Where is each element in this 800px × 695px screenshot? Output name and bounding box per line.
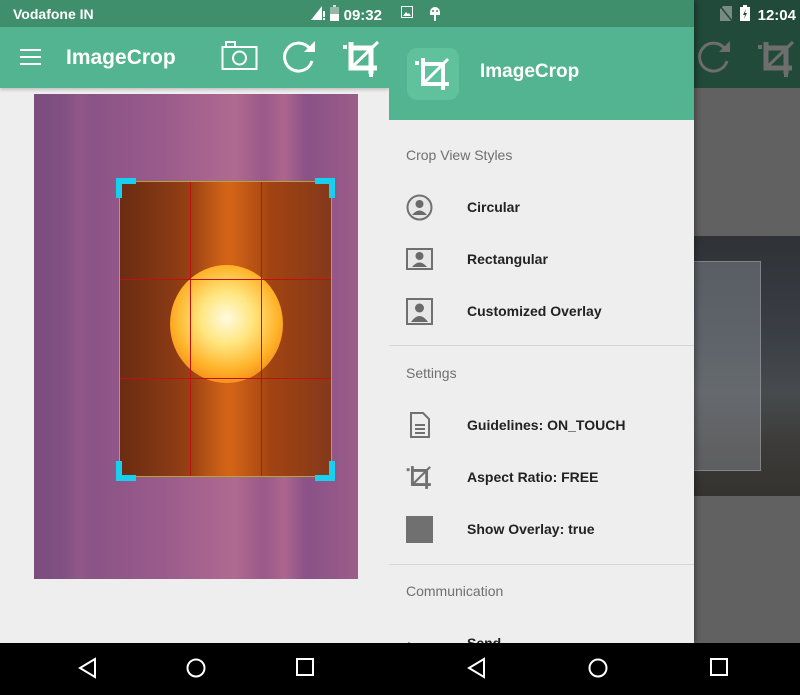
gallery-notification-icon xyxy=(401,5,413,26)
recents-button[interactable] xyxy=(295,657,315,682)
hamburger-menu-icon[interactable] xyxy=(20,49,41,70)
rotate-icon xyxy=(696,39,732,80)
drawer-item-circular[interactable]: Circular xyxy=(389,181,694,233)
crop-handle-top-left[interactable] xyxy=(116,178,136,198)
drawer-item-guidelines[interactable]: Guidelines: ON_TOUCH xyxy=(389,399,694,451)
back-button[interactable] xyxy=(77,657,97,684)
home-button[interactable] xyxy=(587,657,609,684)
drawer-item-aspect-ratio[interactable]: Aspect Ratio: FREE xyxy=(389,451,694,503)
crop-handle-bottom-left[interactable] xyxy=(116,461,136,481)
drawer-header: ImageCrop xyxy=(389,27,694,120)
drawer-app-name: ImageCrop xyxy=(480,61,580,82)
crop-handle-bottom-right[interactable] xyxy=(315,461,335,481)
camera-icon[interactable] xyxy=(221,39,258,76)
navigation-drawer: ImageCrop Crop View Styles Circular Rect… xyxy=(389,0,694,643)
guideline xyxy=(120,279,331,280)
section-title-settings: Settings xyxy=(406,365,457,381)
crop-icon xyxy=(757,39,795,82)
send-icon xyxy=(406,630,433,643)
app-bar: ImageCrop xyxy=(0,27,389,88)
sun-image xyxy=(170,265,283,383)
drawer-item-customized-overlay[interactable]: Customized Overlay xyxy=(389,285,694,337)
back-button[interactable] xyxy=(466,657,486,684)
circular-crop-icon xyxy=(406,194,433,221)
crop-icon xyxy=(415,57,450,90)
status-bar: Vodafone IN 09:32 xyxy=(0,0,389,27)
carrier-name: Vodafone IN xyxy=(13,6,94,22)
clock: 09:32 xyxy=(343,6,382,24)
rotate-icon[interactable] xyxy=(281,39,317,80)
divider xyxy=(389,564,694,565)
signal-no-data-icon xyxy=(310,6,325,24)
drawer-item-rectangular[interactable]: Rectangular xyxy=(389,233,694,285)
clock: 12:04 xyxy=(757,6,796,24)
rectangular-crop-icon xyxy=(406,246,433,273)
divider xyxy=(389,345,694,346)
custom-overlay-icon xyxy=(406,297,433,325)
app-title: ImageCrop xyxy=(66,46,176,69)
battery-icon xyxy=(329,5,339,25)
crop-icon xyxy=(406,464,433,491)
section-title-crop-view-styles: Crop View Styles xyxy=(406,147,513,163)
recents-button[interactable] xyxy=(709,657,729,682)
app-logo xyxy=(407,48,459,100)
right-screen: 12:04 ImageCrop Crop View Styles Circula… xyxy=(389,0,800,643)
crop-icon[interactable] xyxy=(342,39,380,82)
battery-charging-icon xyxy=(739,5,750,25)
crop-window[interactable] xyxy=(119,181,332,477)
crop-handle-top-right[interactable] xyxy=(315,178,335,198)
square-icon xyxy=(406,515,433,543)
dimmed-crop-image xyxy=(691,236,800,496)
section-title-communication: Communication xyxy=(406,583,504,599)
no-sim-icon xyxy=(719,5,733,25)
home-button[interactable] xyxy=(185,657,207,684)
drawer-item-send[interactable]: Send xyxy=(389,617,694,643)
guideline xyxy=(261,182,262,476)
guideline xyxy=(120,378,331,379)
guideline xyxy=(190,182,191,476)
drawer-item-show-overlay[interactable]: Show Overlay: true xyxy=(389,503,694,555)
android-debug-icon xyxy=(429,5,441,26)
navigation-bar xyxy=(0,643,800,695)
left-screen: Vodafone IN 09:32 ImageCrop xyxy=(0,0,389,643)
document-icon xyxy=(406,412,433,439)
